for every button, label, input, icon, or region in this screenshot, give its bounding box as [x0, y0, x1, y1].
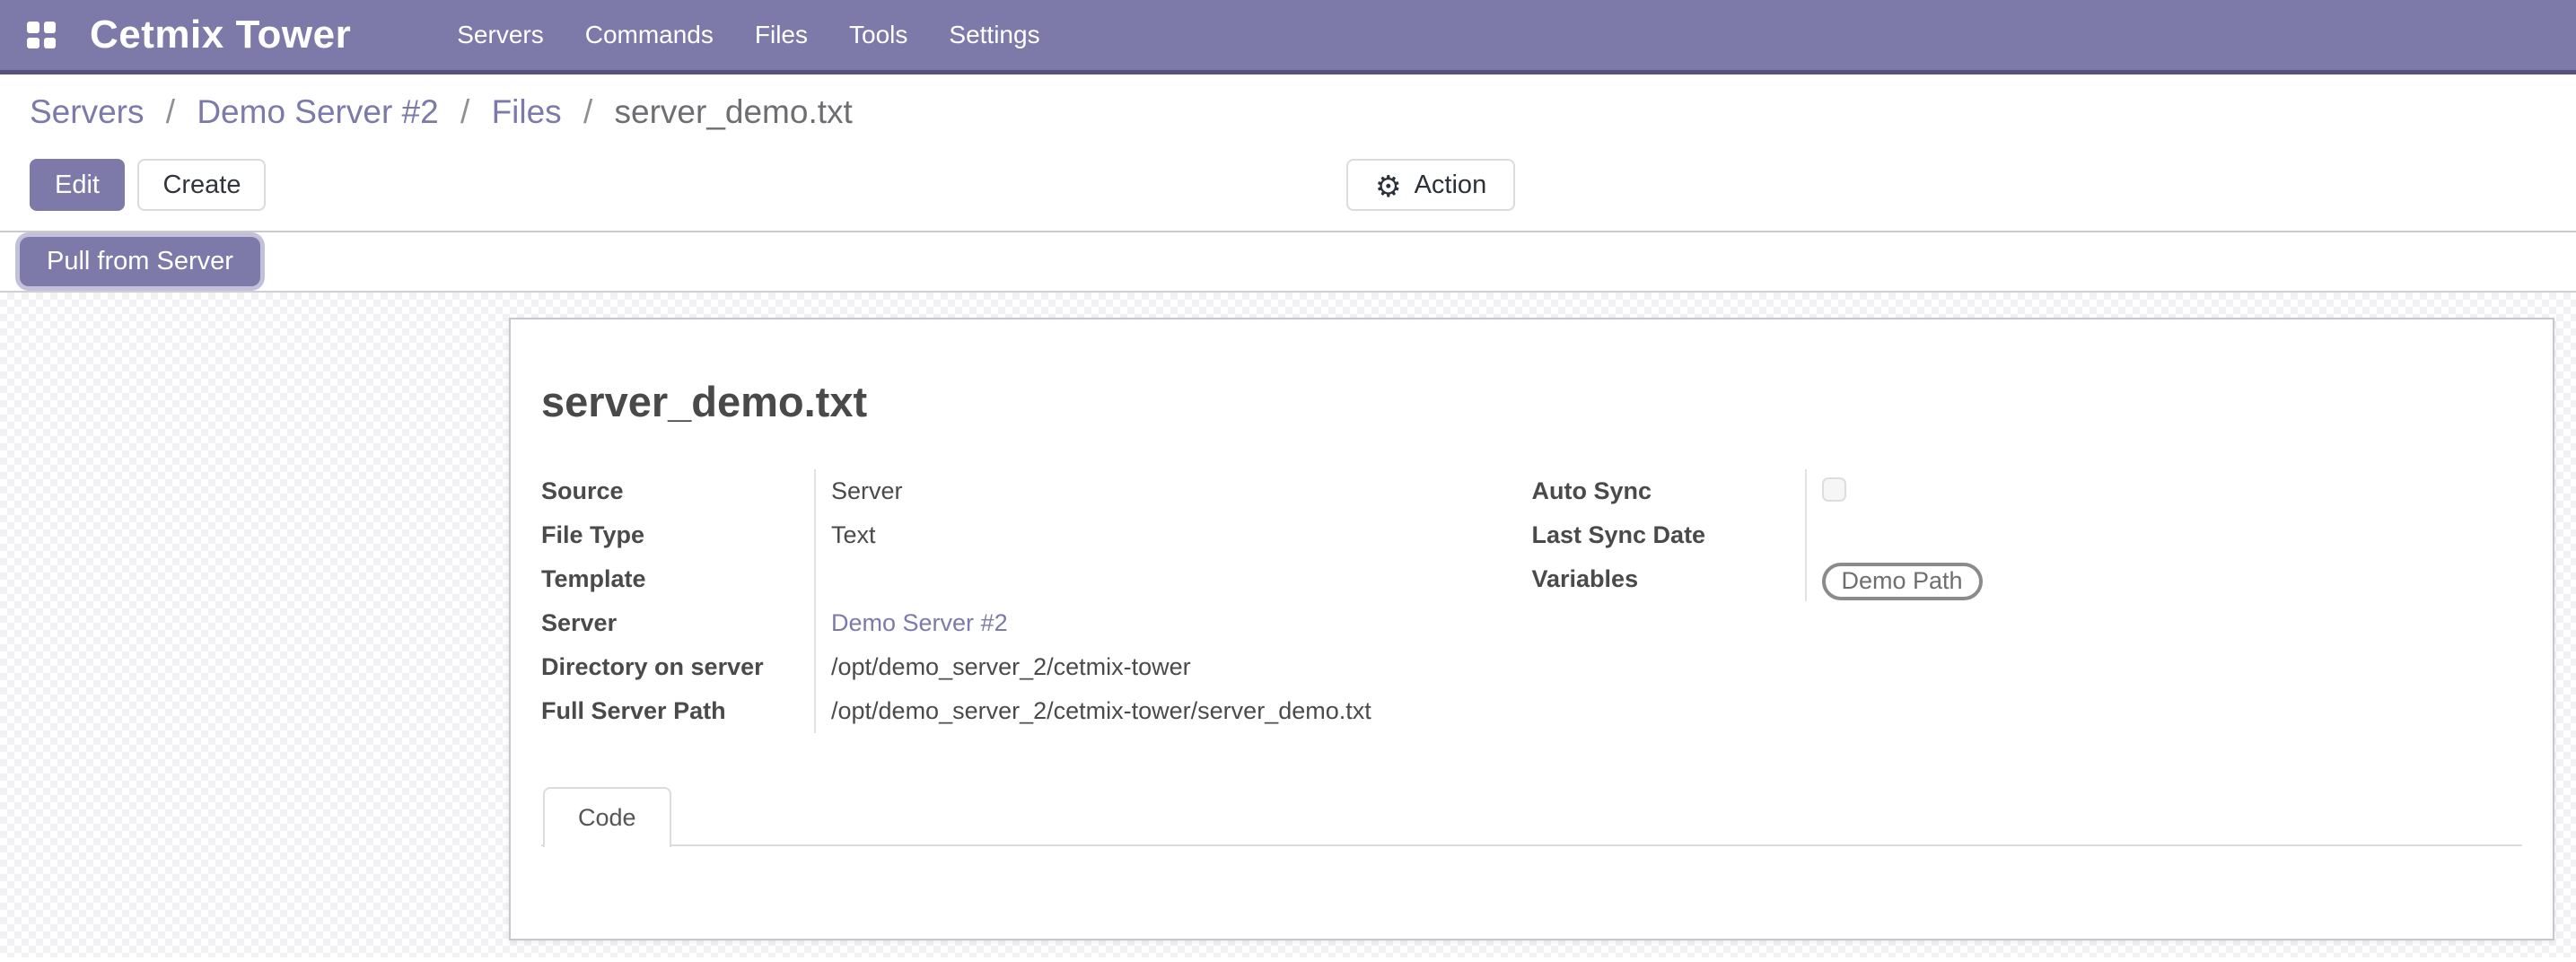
tab-strip: Code	[541, 785, 2522, 846]
field-label: Server	[541, 601, 814, 637]
field-row-template: Template	[541, 557, 1532, 601]
auto-sync-checkbox[interactable]	[1822, 477, 1846, 502]
button-row: Edit Create ⚙ Action	[30, 159, 2546, 211]
notebook: Code	[541, 785, 2522, 846]
gear-icon: ⚙	[1375, 171, 1402, 201]
field-group: Source Server File Type Text Template Se…	[541, 469, 2522, 733]
field-column-right: Auto Sync Last Sync Date Variables Demo …	[1532, 469, 2523, 733]
edit-button[interactable]: Edit	[30, 159, 125, 211]
variable-tag-demo-path: Demo Path	[1822, 563, 1983, 600]
breadcrumb-servers[interactable]: Servers	[30, 93, 144, 130]
navbar-menu: Servers Commands Files Tools Settings	[455, 15, 1041, 55]
field-label: Source	[541, 469, 814, 505]
field-value	[1805, 513, 2523, 557]
nav-item-files[interactable]: Files	[753, 15, 810, 55]
form-view-background: server_demo.txt Source Server File Type …	[0, 293, 2576, 958]
server-link[interactable]: Demo Server #2	[814, 601, 1532, 645]
field-value	[814, 557, 1532, 601]
field-value	[1805, 469, 2523, 513]
field-value: /opt/demo_server_2/cetmix-tower/server_d…	[814, 689, 1532, 733]
breadcrumb-files[interactable]: Files	[492, 93, 562, 130]
breadcrumb-demo-server-2[interactable]: Demo Server #2	[197, 93, 438, 130]
field-value: Demo Path	[1805, 557, 2523, 601]
control-panel: Servers / Demo Server #2 / Files / serve…	[0, 74, 2576, 232]
action-menu-button[interactable]: ⚙ Action	[1346, 159, 1515, 211]
form-statusbar: Pull from Server	[0, 232, 2576, 293]
pull-from-server-button[interactable]: Pull from Server	[20, 237, 260, 286]
field-label: Directory on server	[541, 645, 814, 681]
breadcrumb-separator: /	[460, 93, 469, 130]
nav-item-servers[interactable]: Servers	[455, 15, 545, 55]
breadcrumb-separator: /	[583, 93, 592, 130]
field-row-variables: Variables Demo Path	[1532, 557, 2523, 601]
top-navbar: Cetmix Tower Servers Commands Files Tool…	[0, 0, 2576, 74]
create-button[interactable]: Create	[137, 159, 266, 211]
brand-title[interactable]: Cetmix Tower	[90, 13, 351, 57]
field-row-last-sync: Last Sync Date	[1532, 513, 2523, 557]
field-label: Variables	[1532, 557, 1805, 593]
nav-item-tools[interactable]: Tools	[847, 15, 909, 55]
form-sheet: server_demo.txt Source Server File Type …	[509, 318, 2554, 940]
field-row-full-path: Full Server Path /opt/demo_server_2/cetm…	[541, 689, 1532, 733]
field-row-directory: Directory on server /opt/demo_server_2/c…	[541, 645, 1532, 689]
field-row-auto-sync: Auto Sync	[1532, 469, 2523, 513]
field-label: Last Sync Date	[1532, 513, 1805, 549]
action-button-label: Action	[1415, 170, 1487, 200]
field-row-file-type: File Type Text	[541, 513, 1532, 557]
field-label: Auto Sync	[1532, 469, 1805, 505]
field-row-source: Source Server	[541, 469, 1532, 513]
field-label: Full Server Path	[541, 689, 814, 725]
field-row-server: Server Demo Server #2	[541, 601, 1532, 645]
breadcrumb: Servers / Demo Server #2 / Files / serve…	[30, 92, 2546, 132]
field-value: Server	[814, 469, 1532, 513]
nav-item-settings[interactable]: Settings	[947, 15, 1041, 55]
field-label: Template	[541, 557, 814, 593]
breadcrumb-separator: /	[166, 93, 175, 130]
nav-item-commands[interactable]: Commands	[583, 15, 715, 55]
field-value: Text	[814, 513, 1532, 557]
field-value: /opt/demo_server_2/cetmix-tower	[814, 645, 1532, 689]
field-column-left: Source Server File Type Text Template Se…	[541, 469, 1532, 733]
apps-grid-icon[interactable]	[27, 22, 56, 48]
breadcrumb-current-file: server_demo.txt	[615, 93, 853, 130]
tab-code[interactable]: Code	[543, 787, 671, 847]
field-label: File Type	[541, 513, 814, 549]
record-title: server_demo.txt	[541, 377, 2522, 426]
